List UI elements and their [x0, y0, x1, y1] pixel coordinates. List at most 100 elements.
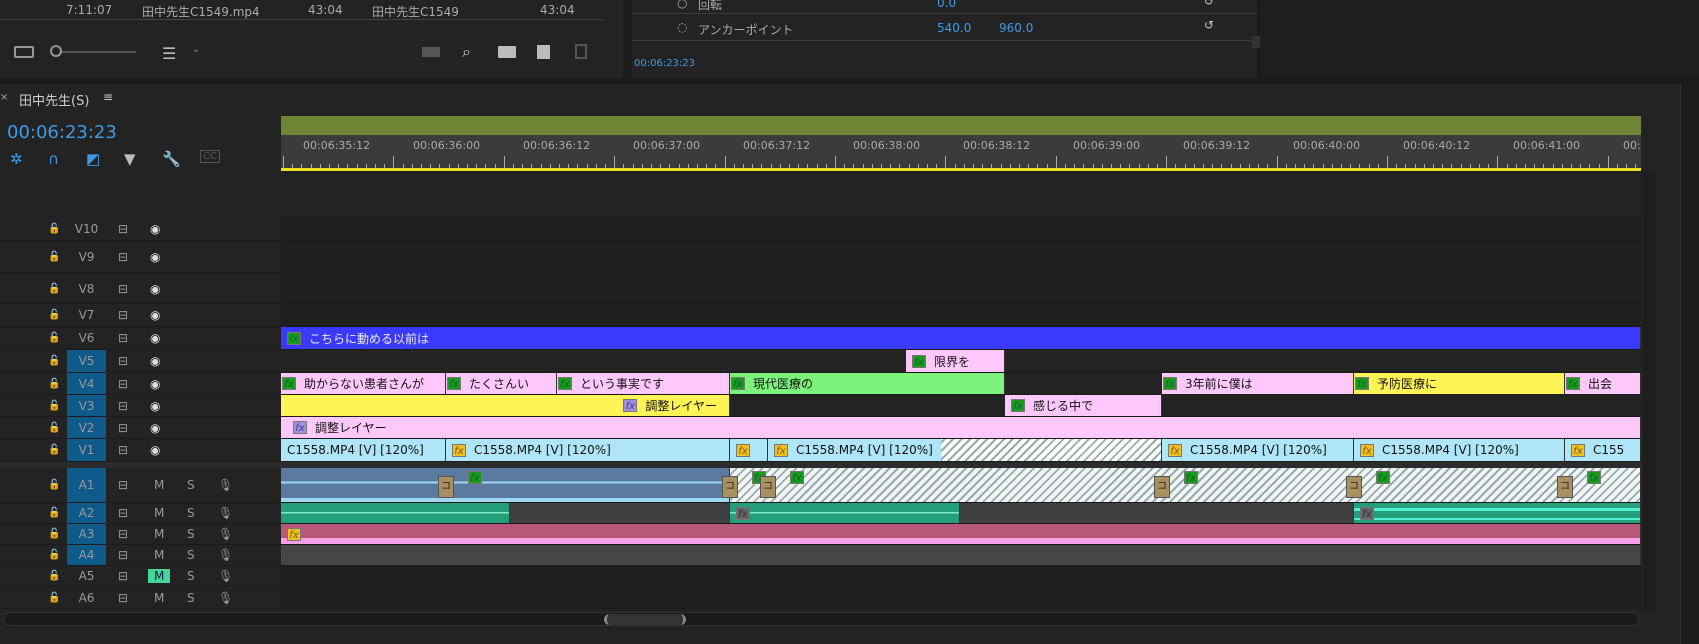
solo-button[interactable]: S — [187, 506, 195, 520]
track-target-v6[interactable]: V6 — [67, 327, 106, 349]
sync-lock-icon[interactable]: ⊟ — [118, 478, 128, 492]
lock-icon[interactable]: 🔓 — [48, 283, 60, 294]
clip[interactable]: fx C1558.MP4 [V] [120%] — [1354, 439, 1565, 461]
track-target-v4[interactable]: V4 — [67, 373, 106, 394]
solo-button[interactable]: S — [187, 548, 195, 562]
zoom-slider[interactable] — [52, 51, 136, 53]
lock-icon[interactable]: 🔓 — [48, 508, 60, 519]
new-item-icon[interactable] — [537, 45, 550, 59]
lock-icon[interactable]: 🔓 — [48, 356, 60, 367]
eye-icon[interactable]: ◉ — [150, 443, 160, 457]
clip[interactable] — [960, 503, 1354, 523]
clip[interactable] — [281, 503, 510, 523]
track-target-a4[interactable]: A4 — [67, 545, 106, 565]
track-lane[interactable] — [281, 217, 1641, 240]
lock-icon[interactable]: 🔓 — [48, 310, 60, 321]
lock-icon[interactable]: 🔓 — [48, 480, 60, 491]
mute-button[interactable]: M — [148, 591, 170, 605]
track-lane[interactable]: fx 調整レイヤー — [281, 417, 1641, 438]
transition-marker[interactable]: コ — [760, 476, 776, 498]
lock-icon[interactable]: 🔓 — [48, 333, 60, 344]
voice-over-mic-icon[interactable]: 🎙 — [218, 527, 233, 541]
clip[interactable]: fx 感じる中で — [1005, 395, 1162, 416]
clip[interactable]: fx 出会 — [1565, 373, 1641, 394]
transition-marker[interactable]: コ — [1154, 476, 1170, 498]
solo-button[interactable]: S — [187, 478, 195, 492]
clip[interactable] — [510, 503, 730, 523]
chevron-down-icon[interactable]: ⌄ — [192, 44, 200, 55]
search-icon[interactable]: ⌕ — [462, 42, 471, 62]
lock-icon[interactable]: 🔓 — [48, 422, 60, 433]
sync-lock-icon[interactable]: ⊟ — [118, 527, 128, 541]
vertical-scrollbar[interactable] — [1643, 172, 1655, 612]
clip[interactable]: fx という事実です — [557, 373, 730, 394]
sync-lock-icon[interactable]: ⊟ — [118, 591, 128, 605]
track-lane[interactable] — [281, 241, 1641, 273]
sync-lock-icon[interactable]: ⊟ — [118, 506, 128, 520]
clip[interactable]: fx 調整レイヤー — [281, 417, 1641, 438]
project-list-row[interactable]: 7:11:07 田中先生C1549.mp4 43:04 田中先生C1549 43… — [0, 0, 603, 20]
stopwatch-icon[interactable]: ◌ — [677, 20, 687, 34]
sort-icon[interactable]: ☰ — [162, 44, 176, 63]
track-lane[interactable]: fx — [281, 524, 1641, 544]
clip[interactable]: fx 限界を — [906, 350, 1005, 372]
sync-lock-icon[interactable]: ⊟ — [118, 250, 128, 264]
sync-lock-icon[interactable]: ⊟ — [118, 354, 128, 368]
eye-icon[interactable]: ◉ — [150, 377, 160, 391]
lock-icon[interactable]: 🔓 — [48, 252, 60, 263]
reset-icon[interactable]: ↺ — [1204, 0, 1214, 8]
solo-button[interactable]: S — [187, 591, 195, 605]
eye-icon[interactable]: ◉ — [150, 331, 160, 345]
clip[interactable]: fx たくさんい — [446, 373, 557, 394]
eye-icon[interactable]: ◉ — [150, 250, 160, 264]
horizontal-scrollbar[interactable] — [3, 612, 1639, 626]
track-target-v9[interactable]: V9 — [67, 241, 106, 273]
track-lane[interactable] — [281, 274, 1641, 303]
anchor-y-value[interactable]: 960.0 — [999, 21, 1033, 35]
voice-over-mic-icon[interactable]: 🎙 — [218, 569, 233, 583]
effect-row-anchor-point[interactable]: ◌ アンカーポイント 540.0 960.0 ↺ — [632, 15, 1257, 41]
lock-icon[interactable]: 🔓 — [48, 445, 60, 456]
transition-marker[interactable]: コ — [722, 476, 738, 498]
new-bin-icon[interactable] — [498, 46, 516, 58]
eye-icon[interactable]: ◉ — [150, 222, 160, 236]
transition-marker[interactable]: コ — [438, 476, 454, 498]
clip[interactable]: fx 3年前に僕は — [1162, 373, 1354, 394]
solo-button[interactable]: S — [187, 569, 195, 583]
sync-lock-icon[interactable]: ⊟ — [118, 569, 128, 583]
track-target-v1[interactable]: V1 — [67, 439, 106, 461]
clip[interactable] — [281, 468, 730, 502]
mute-button[interactable]: M — [148, 569, 171, 583]
track-target-a2[interactable]: A2 — [67, 503, 106, 523]
clip[interactable]: fx C1558.MP4 [V] [120%] — [1162, 439, 1354, 461]
lock-icon[interactable]: 🔓 — [48, 571, 60, 582]
mute-button[interactable]: M — [148, 506, 170, 520]
eye-icon[interactable]: ◉ — [150, 399, 160, 413]
lock-icon[interactable]: 🔓 — [48, 400, 60, 411]
track-target-a6[interactable]: A6 — [67, 587, 106, 608]
clip[interactable]: fx 助からない患者さんが — [281, 373, 446, 394]
effect-row-rotation[interactable]: ○ 回転 0.0 ↺ — [632, 0, 1257, 14]
track-lane[interactable]: コ fx コ fx コ fx コ fx コ fx コ fx — [281, 468, 1641, 502]
rotation-value[interactable]: 0.0 — [937, 0, 956, 10]
sync-lock-icon[interactable]: ⊟ — [118, 548, 128, 562]
sync-lock-icon[interactable]: ⊟ — [118, 377, 128, 391]
clip[interactable]: fx C155 — [1565, 439, 1641, 461]
clip[interactable]: fx 現代医療の — [730, 373, 1005, 394]
mute-button[interactable]: M — [148, 527, 170, 541]
voice-over-mic-icon[interactable]: 🎙 — [218, 506, 233, 520]
transition-marker[interactable]: コ — [1346, 476, 1362, 498]
eye-icon[interactable]: ◉ — [150, 421, 160, 435]
clip[interactable]: fx — [730, 503, 960, 523]
clip[interactable]: fx 予防医療に — [1354, 373, 1565, 394]
track-target-v10[interactable]: V10 — [67, 217, 106, 240]
anchor-x-value[interactable]: 540.0 — [937, 21, 971, 35]
track-lane[interactable]: fx 助からない患者さんが fx たくさんい fx という事実です fx 現代医療の fx 3年前… — [281, 373, 1641, 394]
eye-icon[interactable]: ◉ — [150, 354, 160, 368]
track-target-a5[interactable]: A5 — [67, 566, 106, 586]
mute-button[interactable]: M — [148, 548, 170, 562]
track-target-v3[interactable]: V3 — [67, 395, 106, 416]
zoom-slider-handle[interactable] — [50, 45, 62, 57]
clip[interactable]: fx — [281, 524, 1641, 544]
sync-lock-icon[interactable]: ⊟ — [118, 222, 128, 236]
